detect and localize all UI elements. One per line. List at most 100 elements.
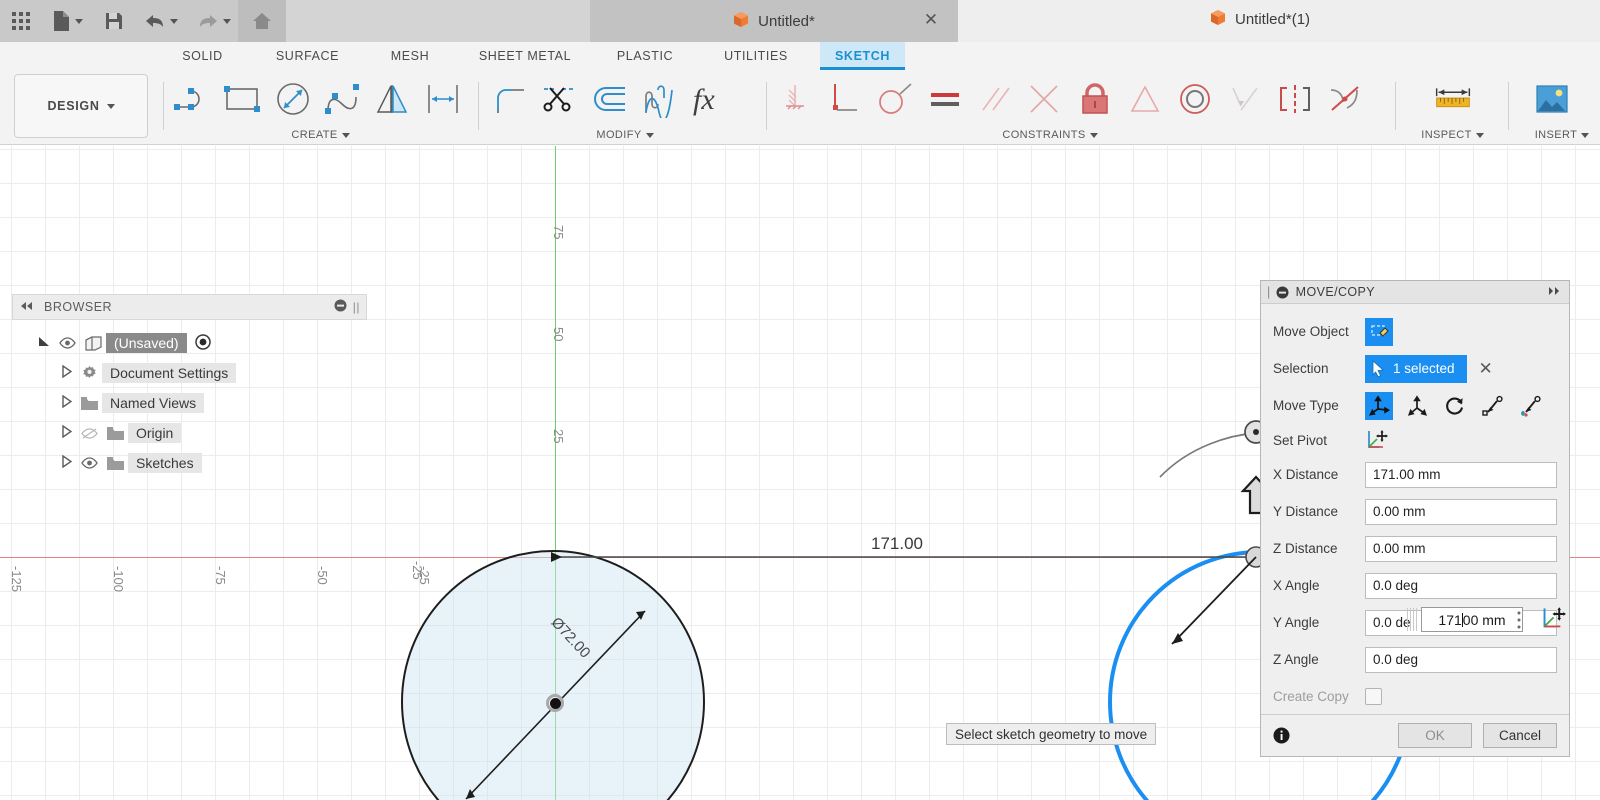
- browser-item-named-views[interactable]: Named Views: [12, 388, 367, 418]
- x-distance-input[interactable]: 171.00 mm: [1365, 461, 1557, 488]
- circle-icon[interactable]: [268, 74, 318, 124]
- browser-item-origin[interactable]: Origin: [12, 418, 367, 448]
- new-document-icon[interactable]: [41, 0, 94, 42]
- curvature-constraint-icon[interactable]: [1320, 74, 1370, 124]
- point-to-point-icon[interactable]: [1479, 392, 1507, 420]
- coincident-icon[interactable]: [820, 74, 870, 124]
- expand-triangle-icon[interactable]: [56, 364, 76, 381]
- ok-button[interactable]: OK: [1398, 723, 1472, 748]
- browser-item-document-settings[interactable]: Document Settings: [12, 358, 367, 388]
- document-tab[interactable]: Untitled* ✕: [590, 0, 958, 42]
- x-angle-input[interactable]: 0.0 deg: [1365, 572, 1557, 599]
- home-icon[interactable]: [238, 0, 286, 42]
- inline-value-editor[interactable]: 171 00 mm: [1421, 607, 1523, 632]
- panel-inspect-label[interactable]: INSPECT: [1400, 129, 1505, 141]
- save-icon[interactable]: [94, 0, 135, 42]
- design-workspace-button[interactable]: DESIGN: [14, 74, 148, 138]
- point-to-position-icon[interactable]: [1517, 392, 1545, 420]
- minus-circle-icon[interactable]: [334, 299, 347, 315]
- minus-circle-icon[interactable]: [1276, 286, 1289, 299]
- panel-insert-label[interactable]: INSERT: [1512, 129, 1600, 141]
- x-tick-label: -50: [315, 566, 330, 585]
- inline-edit-grip[interactable]: [1407, 608, 1418, 631]
- chevron-double-right-icon[interactable]: [1547, 285, 1563, 299]
- fillet-icon[interactable]: [485, 74, 535, 124]
- panel-resize-grip[interactable]: ||: [353, 300, 360, 314]
- selection-chip[interactable]: 1 selected: [1365, 354, 1467, 383]
- translate-free-move-icon[interactable]: [1365, 391, 1393, 420]
- panel-constraints-label[interactable]: CONSTRAINTS: [770, 129, 1330, 141]
- visibility-hidden-icon[interactable]: [76, 427, 102, 440]
- browser-item-unsaved[interactable]: (Unsaved): [12, 328, 367, 358]
- tab-surface[interactable]: SURFACE: [255, 42, 360, 70]
- cancel-button[interactable]: Cancel: [1483, 723, 1557, 748]
- translate-axis-icon[interactable]: [1403, 392, 1431, 420]
- symmetry-icon[interactable]: [1270, 74, 1320, 124]
- chevron-down-icon: [1581, 132, 1590, 138]
- spline-icon[interactable]: [318, 74, 368, 124]
- secondary-document-title-label: Untitled*(1): [1235, 11, 1311, 28]
- parallel-icon[interactable]: [970, 74, 1020, 124]
- collinear-icon[interactable]: [1220, 74, 1270, 124]
- active-radio-icon[interactable]: [194, 333, 211, 353]
- fix-lock-icon[interactable]: [1070, 74, 1120, 124]
- move-copy-dialog[interactable]: | MOVE/COPY Move Object Selection 1 sele…: [1260, 280, 1570, 757]
- z-distance-input[interactable]: 0.00 mm: [1365, 535, 1557, 562]
- set-pivot-icon[interactable]: [1540, 606, 1566, 636]
- insert-image-icon[interactable]: [1526, 74, 1576, 124]
- tab-utilities[interactable]: UTILITIES: [700, 42, 812, 70]
- offset-icon[interactable]: [585, 74, 635, 124]
- line-icon[interactable]: [168, 74, 218, 124]
- rectangle-icon[interactable]: [218, 74, 268, 124]
- rotate-icon[interactable]: [1441, 392, 1469, 420]
- curvature-icon[interactable]: [635, 74, 685, 124]
- panel-modify-label[interactable]: MODIFY: [485, 129, 765, 141]
- midpoint-icon[interactable]: [1120, 74, 1170, 124]
- panel-create-label[interactable]: CREATE: [168, 129, 473, 141]
- expand-triangle-icon[interactable]: [34, 335, 54, 351]
- move-object-icon[interactable]: [1365, 317, 1393, 346]
- dimension-icon[interactable]: [418, 74, 468, 124]
- visibility-eye-icon[interactable]: [54, 337, 80, 349]
- info-icon[interactable]: [1273, 727, 1290, 744]
- expand-triangle-icon[interactable]: [56, 454, 76, 471]
- tangent-icon[interactable]: [870, 74, 920, 124]
- tab-sketch[interactable]: SKETCH: [820, 42, 905, 70]
- tab-mesh[interactable]: MESH: [360, 42, 460, 70]
- z-angle-input[interactable]: 0.0 deg: [1365, 646, 1557, 673]
- y-distance-input[interactable]: 0.00 mm: [1365, 498, 1557, 525]
- browser-item-sketches[interactable]: Sketches: [12, 448, 367, 478]
- perpendicular-icon[interactable]: [1020, 74, 1070, 124]
- tab-sheet-metal[interactable]: SHEET METAL: [460, 42, 590, 70]
- undo-icon[interactable]: [135, 0, 188, 42]
- y-tick-label: 25: [551, 429, 566, 444]
- distance-dimension-label[interactable]: 171.00: [871, 534, 923, 554]
- redo-icon[interactable]: [188, 0, 241, 42]
- set-pivot-icon[interactable]: [1365, 429, 1388, 451]
- tab-plastic[interactable]: PLASTIC: [590, 42, 700, 70]
- dialog-header[interactable]: | MOVE/COPY: [1261, 281, 1569, 304]
- expand-triangle-icon[interactable]: [56, 394, 76, 411]
- more-options-icon[interactable]: [1516, 610, 1522, 630]
- trim-scissors-icon[interactable]: [535, 74, 585, 124]
- concentric-icon[interactable]: [1170, 74, 1220, 124]
- grid-apps-icon[interactable]: [0, 0, 41, 42]
- ground-hatch-icon[interactable]: [770, 74, 820, 124]
- equal-icon[interactable]: [920, 74, 970, 124]
- close-icon[interactable]: ✕: [922, 11, 940, 30]
- row-create-copy: Create Copy: [1261, 678, 1569, 715]
- fx-equation-icon[interactable]: fx: [685, 74, 735, 124]
- tab-solid[interactable]: SOLID: [150, 42, 255, 70]
- collapse-left-icon[interactable]: [19, 300, 34, 314]
- visibility-eye-icon[interactable]: [76, 457, 102, 469]
- measure-ruler-icon[interactable]: [1428, 74, 1478, 124]
- create-copy-checkbox[interactable]: [1365, 688, 1382, 705]
- chevron-down-icon: [1475, 132, 1484, 138]
- expand-triangle-icon[interactable]: [56, 424, 76, 441]
- row-move-type: Move Type: [1261, 387, 1569, 424]
- mirror-icon[interactable]: [368, 74, 418, 124]
- clear-selection-icon[interactable]: ✕: [1479, 359, 1493, 379]
- dialog-drag-grip[interactable]: |: [1267, 285, 1271, 299]
- canvas-tooltip: Select sketch geometry to move: [946, 723, 1157, 745]
- chevron-down-icon: [222, 18, 231, 24]
